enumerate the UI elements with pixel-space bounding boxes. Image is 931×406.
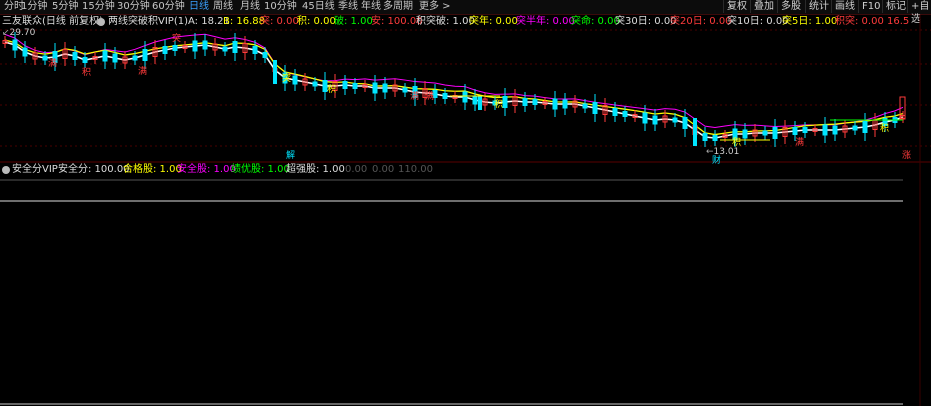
candle-body: [852, 125, 858, 131]
candle-body: [192, 40, 198, 52]
candle-body: [792, 127, 798, 135]
candle-body: [12, 39, 18, 51]
signal-marker: 积: [880, 122, 889, 134]
sub-value-5: 0.00: [345, 164, 368, 175]
sub-value-4: 超强股: 1.00: [286, 164, 345, 175]
ma-line-magenta: [4, 33, 904, 129]
candle-body: [382, 83, 388, 93]
candle-body: [742, 129, 748, 139]
price-low-value: 13.01: [713, 147, 740, 157]
candle-body: [232, 41, 238, 53]
sub-value-7: 110.00: [398, 164, 433, 175]
candle-body-large: [478, 96, 482, 110]
candle-body: [822, 124, 828, 136]
candle-body: [172, 45, 178, 51]
candle-body: [142, 49, 148, 61]
candle-body: [622, 111, 628, 117]
candle-body-large: [693, 118, 697, 146]
signal-marker: 满: [425, 91, 434, 102]
candle-body: [42, 55, 48, 61]
signal-marker: 突: [172, 32, 181, 44]
signal-marker: 积: [327, 83, 336, 95]
candle-body: [802, 127, 808, 133]
candle-body: [462, 91, 468, 103]
candle-body: [72, 52, 78, 60]
sub-value-1: 合格股: 1.00: [123, 164, 182, 175]
signal-marker: 突: [282, 72, 291, 84]
sub-value-0: 安全分: 100.00: [58, 164, 130, 175]
signal-marker: 满: [48, 58, 57, 69]
price-high-label: ↙29.70: [2, 28, 36, 38]
candle-body: [522, 98, 528, 106]
candle-body: [312, 81, 318, 87]
candle-body: [202, 40, 208, 50]
signal-marker: 满: [410, 91, 419, 102]
signal-marker: 满: [795, 137, 804, 148]
sub-panel-header: 安全分VIP 安全分: 100.00 合格股: 1.00 安全股: 1.00 绩优股:…: [0, 163, 931, 177]
candle-body: [82, 57, 88, 63]
candle-body: [252, 46, 258, 54]
candle-body: [352, 83, 358, 89]
candle-body: [612, 108, 618, 116]
candle-body: [102, 50, 108, 62]
sub-value-2: 安全股: 1.00: [177, 164, 236, 175]
signal-marker: 积: [82, 66, 91, 78]
ma-line-white: [4, 41, 904, 139]
sub-value-6: 0.00: [372, 164, 395, 175]
candle-body: [712, 135, 718, 141]
candle-body: [342, 81, 348, 89]
candle-body: [222, 46, 228, 52]
candle-body: [832, 125, 838, 135]
signal-marker: 积: [494, 98, 503, 110]
candle-body: [862, 121, 868, 133]
candle-body: [442, 93, 448, 99]
signal-marker: 解: [286, 149, 295, 161]
candle-body: [132, 55, 138, 61]
candle-body: [552, 98, 558, 110]
candle-body: [112, 53, 118, 63]
candle-body-large: [273, 60, 277, 84]
candle-body: [642, 112, 648, 124]
candle-body: [532, 99, 538, 105]
signal-marker: 涨: [902, 150, 911, 161]
ma-line-yellow: [4, 39, 904, 136]
candle-body: [372, 82, 378, 94]
candle-body: [582, 103, 588, 109]
sub-value-3: 绩优股: 1.00: [231, 164, 290, 175]
candle-body: [762, 130, 768, 136]
signal-marker: 满: [138, 66, 147, 77]
candle-body: [562, 99, 568, 109]
candle-body: [592, 102, 598, 114]
price-low-label: ←13.01: [706, 147, 740, 157]
candle-body: [22, 47, 28, 57]
candle-body: [702, 133, 708, 141]
candle-body: [472, 95, 478, 105]
price-high-value: 29.70: [9, 28, 36, 38]
candle-body: [292, 75, 298, 85]
candle-body: [772, 127, 778, 139]
sub-indicator-name[interactable]: 安全分VIP: [12, 163, 58, 177]
candle-body: [502, 96, 508, 108]
candle-body: [262, 52, 268, 58]
candle-body: [652, 115, 658, 125]
candle-body: [672, 117, 678, 123]
candle-body: [162, 46, 168, 54]
candle-body: [402, 87, 408, 93]
kline-chart[interactable]: 突积突满满积满 满积积财积满解涨: [0, 0, 931, 406]
candle-body: [682, 117, 688, 129]
